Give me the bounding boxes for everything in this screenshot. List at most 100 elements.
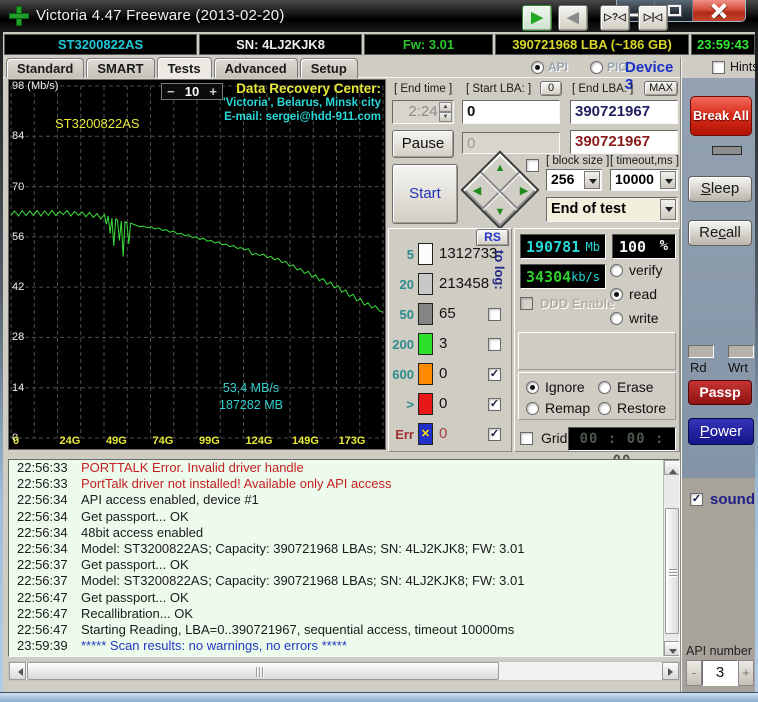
tab-tests[interactable]: Tests [156,57,212,78]
log-entry: 22:56:34 48bit access enabled [9,525,679,541]
block-size-dropdown-icon[interactable] [584,171,600,189]
erase-radio[interactable] [598,380,611,394]
scroll-down-icon[interactable] [664,641,679,656]
timeout-dropdown-icon[interactable] [660,171,676,189]
read-radio[interactable] [610,287,623,301]
grid-checkbox[interactable] [520,431,533,445]
sound-checkbox[interactable] [690,493,703,506]
restore-radio[interactable] [598,401,611,415]
log-listbox[interactable]: 22:56:33 PORTTALK Error. Invalid driver h… [8,459,680,657]
dpad-up-icon[interactable]: ▲ [493,162,507,174]
log-horizontal-scrollbar[interactable] [8,661,680,681]
tab-bar: Standard SMART Tests Advanced Setup API PIO … [3,57,682,93]
log-time: 22:56:33 [17,476,68,492]
graph-zoom-control[interactable]: − 10 + [161,83,223,100]
tab-setup[interactable]: Setup [299,58,358,78]
to-log-checkbox[interactable] [488,338,501,351]
play-button[interactable]: ▶ [522,5,552,31]
pause-button[interactable]: Pause [392,130,454,158]
dpad-down-icon[interactable]: ▼ [493,206,507,218]
hscroll-thumb[interactable] [27,662,499,680]
end-lba-input[interactable]: 390721967 [570,100,678,124]
write-radio[interactable] [610,311,623,325]
end-time-spinner[interactable]: 2:24 ▲ ▼ [392,100,454,124]
to-log-checkbox[interactable] [488,428,501,441]
vscroll-thumb[interactable] [665,508,679,634]
hints-checkbox[interactable] [712,60,725,74]
log-entry: 22:56:34 API access enabled, device #1 [9,492,679,508]
maximize-icon [668,5,681,16]
power-button[interactable]: Power [688,418,754,445]
tab-advanced[interactable]: Advanced [213,58,298,78]
dpad-checkbox[interactable] [526,159,539,172]
stat-label: Err [395,427,414,442]
stat-label: 5 [406,247,414,262]
start-lba-input[interactable]: 0 [462,100,560,124]
timeout-select[interactable]: 10000 [610,169,678,191]
graph-zoom-plus-icon[interactable]: + [209,85,217,98]
stat-value: 0 [439,365,448,382]
log-time: 22:56:34 [17,524,68,540]
remap-radio[interactable] [526,401,539,415]
end-time-spin-arrows-icon[interactable]: ▲ ▼ [439,102,452,122]
y-axis-tick: 42 [12,281,25,294]
to-log-checkbox[interactable] [488,368,501,381]
log-message: PORTTALK Error. Invalid driver handle [81,460,304,475]
end-lba-max-button[interactable]: MAX [644,81,678,96]
end-action-dropdown-icon[interactable] [660,199,676,220]
stat-label: 50 [399,307,414,322]
stat-color-block-icon [418,303,433,325]
log-time: 23:59:39 [17,638,68,654]
to-log-checkbox[interactable] [488,398,501,411]
sleep-button[interactable]: Sleep [688,176,752,202]
to-log-checkbox[interactable] [488,308,501,321]
ignore-radio[interactable] [526,380,539,394]
stat-row-600: 600 0 [388,363,512,393]
log-message: Model: ST3200822AS; Capacity: 390721968 … [81,573,525,589]
stat-color-block-icon [418,333,433,355]
log-entry: 22:56:47 Starting Reading, LBA=0..3907219… [9,622,679,638]
to-log-label: to log: [492,250,507,290]
passp-button[interactable]: Passp [688,380,752,405]
stat-value: 3 [439,335,448,352]
start-lba-zero-button[interactable]: 0 [540,81,562,96]
seek-question-button[interactable]: ▷?◁ [600,5,630,31]
tab-standard[interactable]: Standard [6,58,85,78]
grid-label: Grid [541,430,568,446]
transport-panel [518,332,676,370]
speed-chart [10,85,384,439]
block-size-select[interactable]: 256 [546,169,602,191]
x-axis-tick: 24G [59,435,81,447]
rewind-button[interactable]: ◀ [558,5,588,31]
start-button[interactable]: Start [392,164,458,224]
stat-color-block-icon [418,393,433,415]
scroll-right-icon[interactable] [662,662,679,680]
pio-radio[interactable] [590,60,604,74]
stat-color-block-icon [418,363,433,385]
break-all-button[interactable]: Break All [690,96,752,136]
api-radio[interactable] [531,60,544,74]
api-plus-button[interactable]: + [738,660,754,686]
api-number-value: 3 [702,660,738,686]
scroll-up-icon[interactable] [664,460,679,475]
scroll-left-icon[interactable] [9,662,26,680]
ddd-enable-checkbox[interactable] [520,297,533,310]
x-axis-tick: 99G [199,435,220,447]
verify-radio[interactable] [610,263,623,277]
dpad-right-icon[interactable]: ▶ [517,184,531,197]
recall-button[interactable]: Recall [688,220,752,246]
graph-zoom-minus-icon[interactable]: − [167,85,175,98]
log-time: 22:56:47 [17,621,68,637]
seek-end-button[interactable]: ▷|◁ [638,5,668,31]
overlay-speed: 53,4 MB/s [222,381,280,395]
log-entry: 22:56:33 PORTTALK Error. Invalid driver h… [9,460,679,476]
api-minus-button[interactable]: - [686,660,702,686]
log-entry: 22:56:34 Model: ST3200822AS; Capacity: 39… [9,541,679,557]
end-time-label: [ End time ] [394,83,453,95]
dpad-left-icon[interactable]: ◀ [470,184,484,197]
rs-button[interactable]: RS [476,229,509,246]
tab-smart[interactable]: SMART [86,58,155,78]
end-action-select[interactable]: End of test [546,197,678,222]
close-button[interactable] [693,0,745,21]
log-vertical-scrollbar[interactable] [663,460,679,656]
